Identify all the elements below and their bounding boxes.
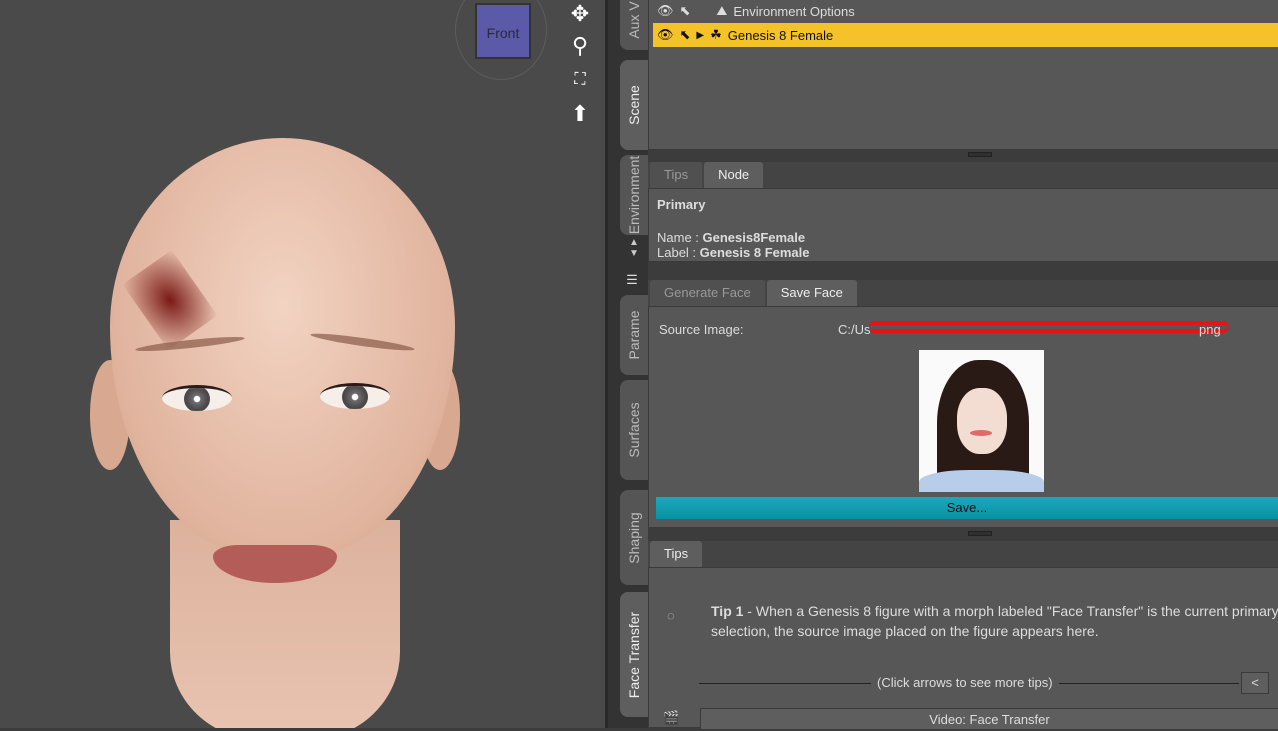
video-button[interactable]: Video: Face Transfer [700, 708, 1278, 730]
figure-eye [162, 385, 232, 411]
tab-scroll-arrows[interactable]: ▲ ▼ [620, 237, 648, 267]
scene-item[interactable]: 👁 ⬉ ⛰ Environment Options [653, 0, 1278, 23]
tips-hint: (Click arrows to see more tips) [871, 675, 1059, 690]
figure-eye [320, 383, 390, 409]
tab-shaping[interactable]: Shaping [620, 490, 648, 585]
zoom-icon[interactable]: ⚲ [566, 32, 594, 60]
visibility-eye-icon[interactable]: 👁 [657, 3, 674, 19]
loading-spinner-icon: ◌ [667, 608, 675, 623]
tip-text: - When a Genesis 8 figure with a morph l… [711, 603, 1278, 639]
view-cube[interactable]: Front [455, 0, 547, 80]
select-cursor-icon[interactable]: ⬉ [680, 27, 691, 43]
tab-node[interactable]: Node [704, 162, 764, 188]
view-cube-front[interactable]: Front [475, 3, 531, 59]
video-clapper-icon: 🎬 [663, 710, 680, 725]
node-panel: Primary Name : Genesis8Female Label : Ge… [648, 188, 1278, 262]
tips-panel: ◌ Tip 1 - When a Genesis 8 figure with a… [648, 567, 1278, 730]
redaction-mark [869, 321, 1229, 333]
tab-tips[interactable]: Tips [650, 162, 703, 188]
3d-viewport[interactable]: Front ✥ ⚲ ⛶ ⬆ [0, 0, 605, 728]
tab-scene[interactable]: Scene [620, 60, 648, 150]
previous-tip-button[interactable]: < [1241, 672, 1269, 694]
name-value: Genesis8Female [702, 230, 806, 245]
source-image-path: C:/Us [838, 322, 871, 337]
select-cursor-icon[interactable]: ⬉ [680, 3, 691, 19]
save-button[interactable]: Save... [656, 497, 1278, 519]
source-image-path-end: png [1199, 322, 1221, 337]
tab-parameters[interactable]: Parame [620, 295, 648, 375]
label-value: Genesis 8 Female [699, 245, 810, 260]
node-tabs: Tips Node [648, 162, 1278, 188]
tab-aux-viewport[interactable]: Aux V [620, 0, 648, 50]
splitter-handle[interactable] [968, 531, 992, 536]
tip-title: Tip 1 [711, 603, 744, 619]
tab-tips[interactable]: Tips [650, 541, 703, 567]
scene-item-selected[interactable]: 👁 ⬉ ▶ ☘ Genesis 8 Female [653, 23, 1278, 47]
tab-face-transfer[interactable]: Face Transfer [620, 592, 648, 717]
expand-arrow-icon[interactable]: ▶ [696, 30, 704, 41]
environment-icon: ⛰ [716, 3, 728, 18]
tips-tabs: Tips [648, 541, 1278, 567]
source-image-thumbnail [919, 350, 1044, 492]
orbit-icon[interactable]: ⬆ [566, 100, 594, 128]
panel-menu-icon[interactable]: ☰ [620, 272, 644, 294]
side-tab-strip: Aux V Scene Environment ▲ ▼ ☰ Parame Surf… [605, 0, 648, 728]
pan-icon[interactable]: ✥ [566, 0, 594, 28]
scene-panel: 👁 ⬉ ⛰ Environment Options 👁 ⬉ ▶ ☘ Genesis 8 Fem… [648, 0, 1278, 150]
frame-icon[interactable]: ⛶ [566, 66, 594, 94]
visibility-eye-icon[interactable]: 👁 [657, 27, 674, 43]
figure-icon: ☘ [710, 27, 722, 42]
tab-save-face[interactable]: Save Face [766, 280, 857, 306]
tab-surfaces[interactable]: Surfaces [620, 380, 648, 480]
label-key: Label : [657, 245, 700, 260]
face-tabs: Generate Face Save Face [648, 280, 1278, 306]
tab-environment[interactable]: Environment [620, 155, 648, 235]
name-key: Name : [657, 230, 703, 245]
node-heading: Primary [657, 197, 706, 212]
splitter-handle[interactable] [968, 152, 992, 157]
source-image-label: Source Image: [659, 322, 744, 337]
tab-generate-face[interactable]: Generate Face [650, 280, 765, 306]
